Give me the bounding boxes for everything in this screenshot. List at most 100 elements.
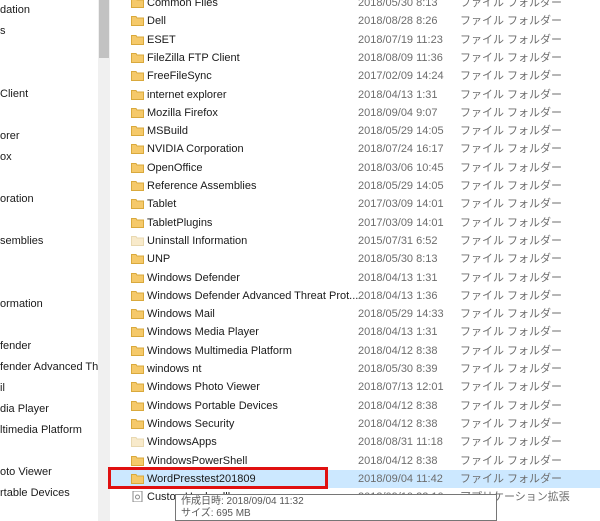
file-row[interactable]: Windows Security 2018/04/12 8:38 ファイル フォルダ… bbox=[110, 415, 600, 433]
nav-item[interactable]: ox bbox=[0, 149, 12, 165]
file-row[interactable]: Windows Defender 2018/04/13 1:31 ファイル フォルダ… bbox=[110, 269, 600, 287]
nav-item[interactable]: rtable Devices bbox=[0, 485, 70, 501]
file-row[interactable]: internet explorer 2018/04/13 1:31 ファイル フォル… bbox=[110, 86, 600, 104]
folder-icon bbox=[131, 0, 144, 8]
file-type: ファイル フォルダー bbox=[460, 161, 563, 174]
file-type: ファイル フォルダー bbox=[460, 381, 563, 394]
file-row[interactable]: windows nt 2018/05/30 8:39 ファイル フォルダー bbox=[110, 360, 600, 378]
file-name: Mozilla Firefox bbox=[147, 106, 218, 119]
file-row[interactable]: OpenOffice 2018/03/06 10:45 ファイル フォルダー bbox=[110, 159, 600, 177]
folder-icon bbox=[131, 144, 144, 155]
file-row[interactable]: Uninstall Information 2015/07/31 6:52 ファイル… bbox=[110, 232, 600, 250]
file-type: ファイル フォルダー bbox=[460, 308, 563, 321]
file-row[interactable]: WindowsApps 2018/08/31 11:18 ファイル フォルダー bbox=[110, 433, 600, 451]
file-date: 2018/08/28 8:26 bbox=[358, 15, 438, 28]
file-type: ファイル フォルダー bbox=[460, 253, 563, 266]
file-name: Uninstall Information bbox=[147, 234, 248, 247]
navigation-scrollbar[interactable] bbox=[98, 0, 110, 521]
file-row[interactable]: Windows Mail 2018/05/29 14:33 ファイル フォルダー bbox=[110, 305, 600, 323]
file-name: FreeFileSync bbox=[147, 70, 212, 83]
file-date: 2018/04/13 1:36 bbox=[358, 289, 438, 302]
file-date: 2018/05/29 14:05 bbox=[358, 180, 444, 192]
file-name: Reference Assemblies bbox=[147, 180, 257, 192]
file-name: Common Files bbox=[147, 0, 218, 9]
file-row[interactable]: Mozilla Firefox 2018/09/04 9:07 ファイル フォルダー bbox=[110, 104, 600, 122]
nav-item[interactable]: fender bbox=[0, 338, 31, 354]
file-name: Tablet bbox=[147, 198, 177, 211]
file-date: 2018/05/30 8:13 bbox=[358, 0, 438, 9]
file-list: Common Files 2018/05/30 8:13 ファイル フォルダー Del… bbox=[110, 0, 600, 521]
nav-item[interactable]: oto Viewer bbox=[0, 464, 52, 480]
file-name: FileZilla FTP Client bbox=[147, 51, 240, 64]
nav-item[interactable]: dia Player bbox=[0, 401, 49, 417]
file-name: NVIDIA Corporation bbox=[147, 143, 244, 156]
file-row[interactable]: Dell 2018/08/28 8:26 ファイル フォルダー bbox=[110, 12, 600, 30]
nav-item[interactable]: ltimedia Platform bbox=[0, 422, 82, 438]
nav-item[interactable]: Client bbox=[0, 86, 28, 102]
dll-file-icon bbox=[132, 491, 143, 503]
file-name: Windows Multimedia Platform bbox=[147, 344, 292, 357]
file-row[interactable]: TabletPlugins 2017/03/09 14:01 ファイル フォルダー bbox=[110, 214, 600, 232]
file-date: 2018/07/19 11:23 bbox=[358, 33, 443, 46]
nav-item[interactable]: orer bbox=[0, 128, 20, 144]
file-row[interactable]: FileZilla FTP Client 2018/08/09 11:36 ファイル… bbox=[110, 49, 600, 67]
tooltip-size: サイズ: 695 MB bbox=[181, 508, 251, 519]
file-type: ファイル フォルダー bbox=[460, 106, 563, 119]
file-row[interactable]: ESET 2018/07/19 11:23 ファイル フォルダー bbox=[110, 31, 600, 49]
file-row[interactable]: UNP 2018/05/30 8:13 ファイル フォルダー bbox=[110, 250, 600, 268]
nav-item[interactable]: il bbox=[0, 380, 5, 396]
file-row[interactable]: Tablet 2017/03/09 14:01 ファイル フォルダー bbox=[110, 195, 600, 213]
file-date: 2018/04/12 8:38 bbox=[358, 344, 438, 357]
scrollbar-thumb[interactable] bbox=[99, 0, 109, 58]
file-name: internet explorer bbox=[147, 88, 227, 101]
file-name: windows nt bbox=[147, 363, 202, 375]
file-date: 2018/04/13 1:31 bbox=[358, 326, 438, 339]
folder-icon bbox=[131, 89, 144, 100]
nav-item[interactable]: oration bbox=[0, 191, 34, 207]
folder-icon bbox=[131, 126, 144, 137]
nav-item[interactable]: dation bbox=[0, 2, 30, 18]
file-row[interactable]: Windows Portable Devices 2018/04/12 8:38 フ… bbox=[110, 397, 600, 415]
file-type: ファイル フォルダー bbox=[460, 216, 563, 229]
folder-icon bbox=[131, 418, 144, 429]
file-date: 2018/05/29 14:05 bbox=[358, 125, 444, 138]
file-name: Windows Photo Viewer bbox=[147, 381, 260, 394]
file-date: 2018/07/13 12:01 bbox=[358, 381, 444, 394]
file-type: ファイル フォルダー bbox=[460, 33, 563, 46]
folder-icon bbox=[131, 107, 144, 118]
file-date: 2018/08/09 11:36 bbox=[358, 51, 443, 64]
file-name: ESET bbox=[147, 33, 176, 46]
file-row[interactable]: Windows Multimedia Platform 2018/04/12 8:… bbox=[110, 342, 600, 360]
file-date: 2018/09/04 9:07 bbox=[358, 106, 438, 119]
file-type: ファイル フォルダー bbox=[460, 436, 563, 449]
file-row[interactable]: Windows Defender Advanced Threat Prot...… bbox=[110, 287, 600, 305]
file-type: ファイル フォルダー bbox=[460, 289, 563, 302]
folder-light-icon bbox=[131, 437, 144, 448]
file-date: 2017/02/09 14:24 bbox=[358, 70, 444, 83]
file-row[interactable]: FreeFileSync 2017/02/09 14:24 ファイル フォルダー bbox=[110, 67, 600, 85]
nav-item[interactable]: ormation bbox=[0, 296, 43, 312]
file-row[interactable]: Windows Media Player 2018/04/13 1:31 ファイル … bbox=[110, 323, 600, 341]
file-type: ファイル フォルダー bbox=[460, 271, 563, 284]
file-row[interactable]: Windows Photo Viewer 2018/07/13 12:01 ファイル… bbox=[110, 378, 600, 396]
file-date: 2018/04/12 8:38 bbox=[358, 454, 438, 467]
file-name: MSBuild bbox=[147, 125, 188, 138]
file-type: ファイル フォルダー bbox=[460, 143, 563, 156]
nav-item[interactable]: semblies bbox=[0, 233, 43, 249]
file-type: ファイル フォルダー bbox=[460, 198, 563, 211]
folder-icon bbox=[131, 16, 144, 27]
folder-icon bbox=[131, 34, 144, 45]
file-type: ファイル フォルダー bbox=[460, 344, 563, 357]
file-type: ファイル フォルダー bbox=[460, 326, 563, 339]
file-row[interactable]: Reference Assemblies 2018/05/29 14:05 ファイル… bbox=[110, 177, 600, 195]
file-date: 2018/07/24 16:17 bbox=[358, 143, 444, 156]
file-row[interactable]: NVIDIA Corporation 2018/07/24 16:17 ファイル フ… bbox=[110, 140, 600, 158]
file-name: TabletPlugins bbox=[147, 216, 213, 229]
file-type: ファイル フォルダー bbox=[460, 454, 563, 467]
file-row[interactable]: Common Files 2018/05/30 8:13 ファイル フォルダー bbox=[110, 0, 600, 12]
file-name: Windows Mail bbox=[147, 308, 215, 321]
file-row[interactable]: MSBuild 2018/05/29 14:05 ファイル フォルダー bbox=[110, 122, 600, 140]
folder-icon bbox=[131, 327, 144, 338]
nav-item[interactable]: fender Advanced Thre bbox=[0, 359, 98, 375]
nav-item[interactable]: s bbox=[0, 23, 6, 39]
